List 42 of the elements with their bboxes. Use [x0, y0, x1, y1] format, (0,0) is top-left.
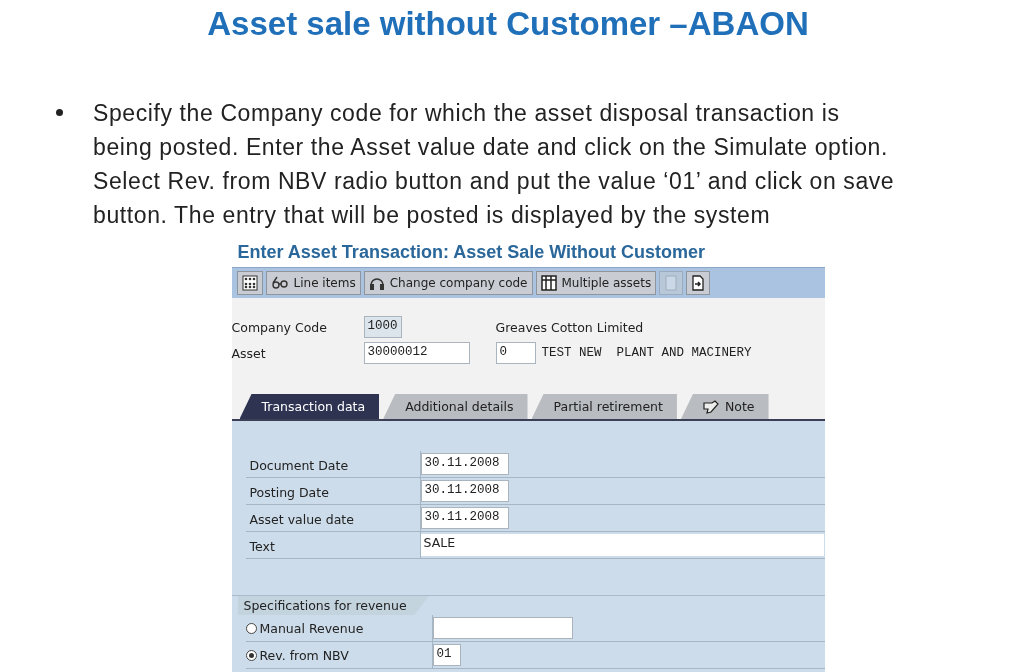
date-field[interactable]: 30.11.2008 — [420, 507, 509, 529]
radio-label: Manual Revenue — [259, 620, 364, 636]
field-label: Document Date — [245, 451, 421, 477]
toolbar-button[interactable]: Multiple assets — [535, 271, 657, 295]
bullet-text: Specify the Company code for which the asset disposal transaction is being posted. Enter the Asset value date and click on the Simulate option. Select Rev. from NBV radio button and put the value ‘01’ and click on save button. The entry that will be posted is displayed by the system — [93, 99, 895, 230]
field-label: Text — [245, 532, 421, 558]
document-icon — [664, 275, 679, 291]
toolbar-icon-button[interactable] — [236, 271, 263, 295]
radio-label: Rev. from NBV — [259, 647, 349, 663]
company-name: Greaves Cotton Limited — [495, 319, 645, 335]
radio-button[interactable] — [245, 649, 257, 661]
grid-icon — [241, 275, 258, 291]
field-label: Asset — [231, 345, 267, 361]
tab[interactable]: Partial retirement — [531, 394, 677, 419]
glasses-icon — [270, 276, 289, 290]
input-field[interactable]: 01 — [432, 644, 461, 666]
text-field[interactable]: SALE — [420, 534, 824, 556]
field-label: Company Code — [231, 319, 328, 335]
screen-title: Enter Asset Transaction: Asset Sale Without Customer — [236, 241, 707, 264]
pencil-icon — [702, 399, 719, 414]
table-icon — [540, 275, 557, 291]
bullet-icon — [56, 109, 63, 116]
company-code-field[interactable]: 1000 — [363, 316, 402, 338]
tab[interactable]: Transaction data — [239, 394, 380, 419]
headset-icon — [368, 275, 385, 291]
toolbar-icon-button[interactable] — [686, 271, 711, 295]
asset-description: TEST NEW PLANT AND MACINERY — [541, 346, 752, 360]
sub-number-field[interactable]: 0 — [495, 342, 536, 364]
tab[interactable]: Note — [680, 394, 769, 419]
toolbar-button[interactable]: Line items — [265, 271, 361, 295]
toolbar-button[interactable]: Change company code — [363, 271, 533, 295]
date-field[interactable]: 30.11.2008 — [420, 453, 509, 475]
date-field[interactable]: 30.11.2008 — [420, 480, 509, 502]
radio-button[interactable] — [245, 622, 257, 634]
input-field[interactable] — [432, 617, 573, 639]
document-arrow-icon — [691, 275, 706, 291]
group-title: Specifications for revenue — [237, 596, 429, 615]
field-label: Asset value date — [245, 505, 421, 531]
asset-field[interactable]: 30000012 — [363, 342, 470, 364]
slide-title: Asset sale without Customer –ABAON — [207, 4, 809, 44]
field-label: Posting Date — [245, 478, 421, 504]
tab[interactable]: Additional details — [383, 394, 528, 419]
